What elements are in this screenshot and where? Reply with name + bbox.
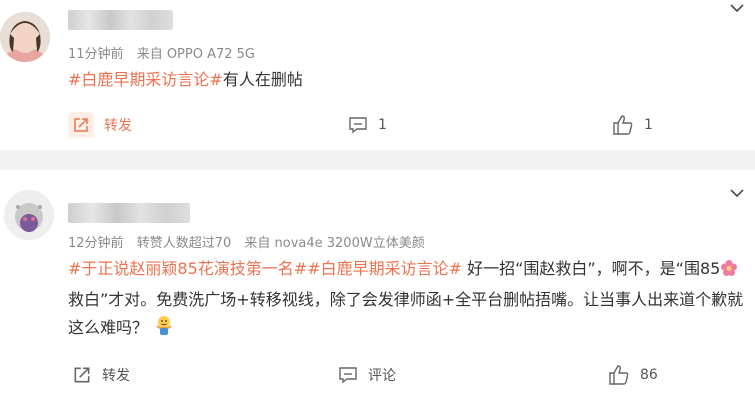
divider [0,150,755,170]
comment-bubble-icon [349,117,367,134]
hashtag-link[interactable]: #白鹿早期采访言论# [307,259,462,278]
repost-label: 转发 [104,118,132,134]
username-blurred[interactable] [68,203,190,223]
repost-button[interactable]: 转发 [72,360,130,390]
post-source: 来自 OPPO A72 5G [136,47,256,62]
repost-like-note: 转赞人数超过70 [136,236,232,251]
post-text: 有人在删帖 [222,70,303,89]
like-button[interactable]: 86 [608,360,658,390]
thumbs-up-icon [613,115,633,135]
post-text: 好一招“围赵救白”，啊不，是“围85 [462,259,721,278]
post-content: #于正说赵丽颖85花演技第一名##白鹿早期采访言论# 好一招“围赵救白”，啊不，… [68,255,748,345]
comment-bubble-icon [339,367,357,384]
avatar[interactable] [0,12,50,62]
thumbs-up-icon [609,365,629,385]
like-button[interactable]: 1 [612,110,653,140]
like-count: 86 [640,367,658,383]
post-source: 来自 nova4e 3200W立体美颜 [244,236,425,251]
chevron-down-icon[interactable] [729,185,745,201]
action-bar: 转发 评论 86 [0,360,755,390]
post-time: 11分钟前 [68,47,124,62]
repost-label: 转发 [102,368,130,384]
shrug-emoji [153,314,175,345]
comment-count: 1 [378,117,387,133]
like-count: 1 [644,117,653,133]
repost-button[interactable]: 转发 [68,110,132,140]
post-content: #白鹿早期采访言论#有人在删帖 [68,66,748,94]
post-meta: 11分钟前 来自 OPPO A72 5G [68,43,264,62]
post-time: 12分钟前 [68,236,124,251]
comment-card: 11分钟前 来自 OPPO A72 5G #白鹿早期采访言论#有人在删帖 转发 … [0,0,755,150]
avatar[interactable] [4,190,54,240]
share-arrow-icon [68,112,94,138]
hashtag-link[interactable]: #于正说赵丽颖85花演技第一名# [68,259,307,278]
action-bar: 转发 1 1 [0,110,755,140]
comment-label: 评论 [368,368,396,384]
comment-button[interactable]: 1 [348,110,387,140]
chevron-down-icon[interactable] [729,0,745,16]
username-blurred[interactable] [68,10,173,30]
comment-card: 12分钟前 转赞人数超过70 来自 nova4e 3200W立体美颜 #于正说赵… [0,170,755,412]
comment-button[interactable]: 评论 [338,360,396,390]
share-arrow-icon [74,367,90,383]
pink-flower-emoji [720,258,738,286]
hashtag-link[interactable]: #白鹿早期采访言论# [68,70,223,89]
post-meta: 12分钟前 转赞人数超过70 来自 nova4e 3200W立体美颜 [68,232,434,251]
